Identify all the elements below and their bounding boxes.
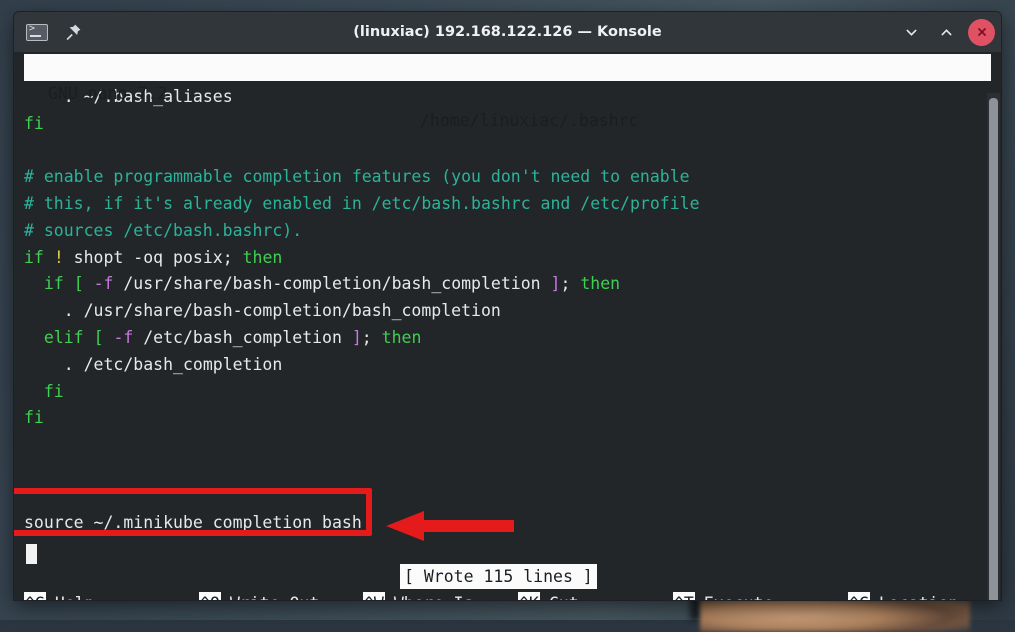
nano-shortcut-bar: ^GHelp^OWrite Out^WWhere Is^KCut^TExecut… [14,590,1001,600]
shortcut-cut[interactable]: ^KCut [518,592,673,601]
code-token: if [44,274,64,293]
code-token: then [570,274,620,293]
nano-text-buffer[interactable]: . ~/.bash_aliasesfi # enable programmabl… [14,84,1001,459]
shortcut-row-primary: ^GHelp^OWrite Out^WWhere Is^KCut^TExecut… [24,590,1001,600]
shortcut-label: Where Is [385,594,473,600]
code-token: . /etc/bash_completion [64,355,283,374]
shortcut-key: ^C [848,592,870,601]
nano-version: GNU nano 7.2 [48,81,167,108]
shortcut-label: Write Out [221,594,319,600]
code-token: if [24,248,44,267]
code-token: # this, if it's already enabled in /etc/… [24,194,700,213]
code-line: if ! shopt -oq posix; then [14,245,1001,272]
minimize-button[interactable] [898,19,924,45]
code-token: ] [551,274,561,293]
code-token: ] [352,328,362,347]
code-token: # enable programmable completion feature… [24,167,690,186]
code-line: elif [ -f /etc/bash_completion ]; then [14,325,1001,352]
shortcut-location[interactable]: ^CLocation [848,592,958,601]
code-line: fi [14,405,1001,432]
shortcut-help[interactable]: ^GHelp [24,592,199,601]
shortcut-key: ^K [518,592,540,601]
code-token: ; [560,274,570,293]
maximize-button[interactable] [933,19,959,45]
window-controls [898,19,995,46]
code-token: then [372,328,422,347]
shortcut-key: ^G [24,592,46,601]
code-line: # this, if it's already enabled in /etc/… [14,191,1001,218]
code-token: [ [74,274,84,293]
shortcut-label: Location [870,594,958,600]
shortcut-key: ^O [199,592,221,601]
window-title: (linuxiac) 192.168.122.126 — Konsole [14,24,1001,40]
shortcut-label: Help [46,594,95,600]
code-token: -f [94,274,114,293]
close-x-icon [975,25,989,39]
code-token [84,328,94,347]
code-line: # sources /etc/bash.bashrc). [14,218,1001,245]
code-token [44,248,54,267]
nano-title-bar: GNU nano 7.2 /home/linuxiac/.bashrc [24,54,991,81]
konsole-window: (linuxiac) 192.168.122.126 — Konsole [14,12,1001,600]
code-line: . /etc/bash_completion [14,352,1001,379]
shortcut-execute[interactable]: ^TExecute [673,592,848,601]
code-token [104,328,114,347]
window-titlebar[interactable]: (linuxiac) 192.168.122.126 — Konsole [14,12,1001,52]
shortcut-key: ^W [363,592,385,601]
code-line: # enable programmable completion feature… [14,164,1001,191]
text-cursor [26,544,37,564]
pin-icon[interactable] [60,19,86,45]
shortcut-write-out[interactable]: ^OWrite Out [199,592,363,601]
code-token: /etc/bash_completion [133,328,352,347]
annotation-arrow-icon [386,510,514,542]
code-token [84,274,94,293]
code-token: ; [362,328,372,347]
code-line: . /usr/share/bash-completion/bash_comple… [14,298,1001,325]
shortcut-label: Execute [695,594,774,600]
code-token: fi [24,408,44,427]
code-token: -f [113,328,133,347]
code-line: if [ -f /usr/share/bash-completion/bash_… [14,271,1001,298]
nano-filename: /home/linuxiac/.bashrc [420,108,639,135]
shortcut-label: Cut [540,594,579,600]
code-token: then [233,248,283,267]
code-line: fi [14,379,1001,406]
terminal-scrollbar[interactable] [987,93,1000,600]
scrollbar-thumb[interactable] [989,98,998,600]
code-line [14,432,1001,459]
code-token: /usr/share/bash-completion/bash_completi… [113,274,550,293]
shortcut-where-is[interactable]: ^WWhere Is [363,592,518,601]
close-button[interactable] [968,19,995,46]
code-token: ! [54,248,64,267]
code-token: ; [223,248,233,267]
code-token: . /usr/share/bash-completion/bash_comple… [64,301,501,320]
code-token: shopt -oq posix [64,248,223,267]
highlighted-source-line: source ~/.minikube_completion_bash [24,510,362,537]
konsole-terminal-icon[interactable] [24,19,50,45]
terminal-content[interactable]: GNU nano 7.2 /home/linuxiac/.bashrc . ~/… [14,52,1001,600]
code-token: # sources /etc/bash.bashrc). [24,221,302,240]
shortcut-key: ^T [673,592,695,601]
code-token: fi [44,382,64,401]
titlebar-left-icons [24,19,86,45]
nano-status-message: [ Wrote 115 lines ] [400,564,597,589]
code-line [14,137,1001,164]
code-token: elif [44,328,84,347]
code-token: [ [94,328,104,347]
code-token [64,274,74,293]
